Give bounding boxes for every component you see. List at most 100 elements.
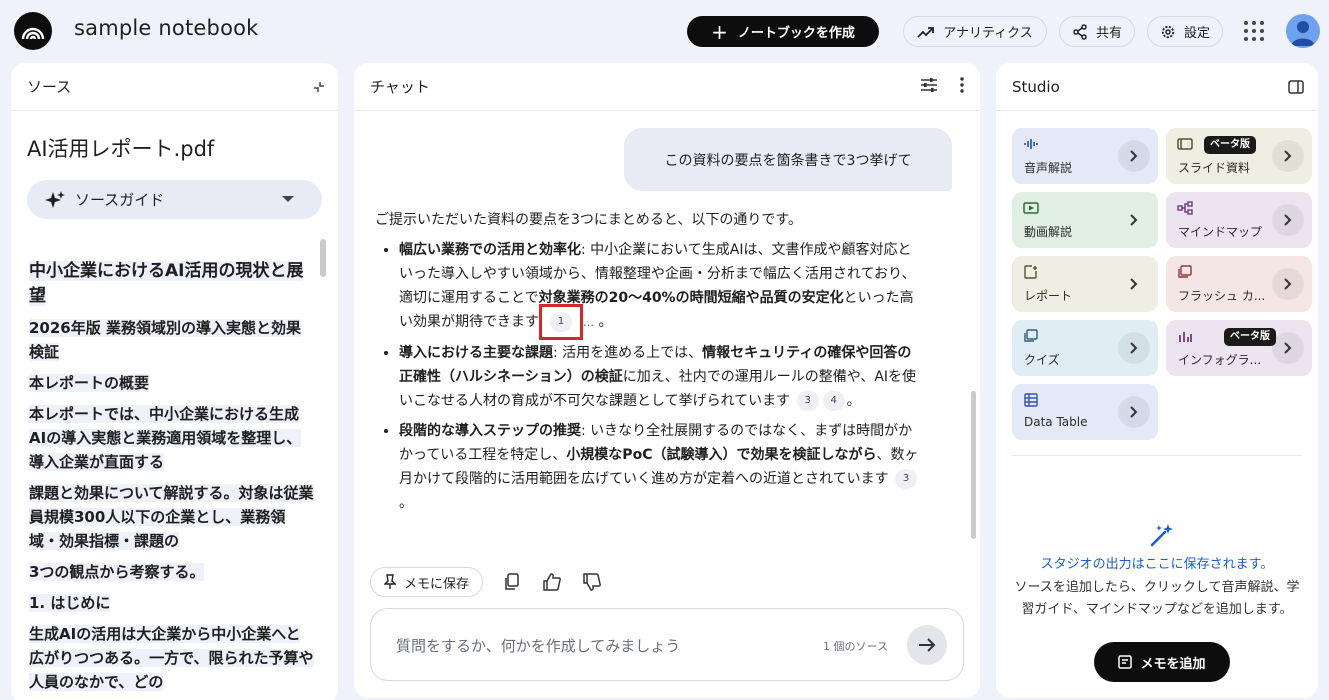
answer-bullet: 幅広い業務での活用と効率化: 中小企業において生成AIは、文書作成や顧客対応とい… xyxy=(399,238,920,340)
avatar[interactable] xyxy=(1286,14,1320,48)
source-line: 3つの観点から考察する。 xyxy=(29,563,205,581)
studio-tile-audio-overview[interactable]: 音声解説 xyxy=(1012,128,1158,184)
citation-ellipsis[interactable]: … xyxy=(583,316,594,329)
notebooklm-logo-icon[interactable] xyxy=(14,12,52,50)
source-line: 本レポートでは、中小企業における生成AIの導入実態と業務適用領域を整理し、導入企… xyxy=(29,405,302,471)
source-line: 1. はじめに xyxy=(29,594,111,612)
studio-divider xyxy=(1012,455,1302,456)
user-message-text: この資料の要点を箇条書きで3つ挙げて xyxy=(664,152,912,169)
sparkle-icon xyxy=(45,190,65,208)
source-line: 2026年版 業務領域別の導入実態と効果検証 xyxy=(29,319,301,361)
tile-label: マインドマップ xyxy=(1178,225,1263,239)
analytics-button[interactable]: アナリティクス xyxy=(903,16,1047,47)
chevron-right-icon[interactable] xyxy=(1272,204,1304,236)
infographic-icon xyxy=(1179,332,1192,342)
chat-panel-title: チャット xyxy=(370,78,430,96)
citation-chip[interactable]: 3 xyxy=(895,469,918,489)
chevron-right-icon[interactable] xyxy=(1272,332,1304,364)
source-guide-label: ソースガイド xyxy=(75,191,165,209)
chat-input-placeholder[interactable]: 質問をするか、何かを作成してみましょう xyxy=(396,635,680,656)
studio-empty-title: スタジオの出力はここに保存されます。 xyxy=(1040,557,1274,572)
sidebar-toggle-icon[interactable] xyxy=(1288,80,1304,94)
citation-chip[interactable]: 4 xyxy=(822,391,845,411)
pin-icon xyxy=(383,574,396,589)
create-notebook-button[interactable]: + ノートブックを作成 xyxy=(687,16,879,47)
analytics-label: アナリティクス xyxy=(943,26,1033,41)
tile-label: 動画解説 xyxy=(1024,225,1073,239)
chat-panel: チャット この資料の要点を箇条書きで3つ挙げて ご提示いただいた資料の要点を3つ… xyxy=(354,63,980,698)
chevron-right-icon[interactable] xyxy=(1272,268,1304,300)
source-file-name: AI活用レポート.pdf xyxy=(27,137,215,161)
note-icon xyxy=(1118,655,1133,669)
thumbs-up-icon[interactable] xyxy=(542,572,562,592)
source-line: 中小企業におけるAI活用の現状と展望 xyxy=(29,261,304,306)
chat-scrollbar[interactable] xyxy=(971,391,976,539)
more-vert-icon[interactable] xyxy=(960,77,964,93)
report-icon xyxy=(1024,265,1037,279)
studio-tile-data-table[interactable]: Data Table xyxy=(1012,384,1158,440)
citation-chip[interactable]: 3 xyxy=(796,391,819,411)
beta-badge: ベータ版 xyxy=(1224,328,1276,346)
answer-intro: ご提示いただいた資料の要点を3つにまとめると、以下の通りです。 xyxy=(375,212,802,228)
studio-tile-infographic[interactable]: ベータ版 インフォグラ... xyxy=(1166,320,1312,376)
assistant-answer: ご提示いただいた資料の要点を3つにまとめると、以下の通りです。 幅広い業務での活… xyxy=(375,208,920,521)
send-button[interactable] xyxy=(907,625,947,665)
mindmap-icon xyxy=(1177,201,1193,215)
settings-label: 設定 xyxy=(1183,26,1210,41)
quiz-icon xyxy=(1024,329,1038,342)
add-memo-button[interactable]: メモを追加 xyxy=(1094,642,1230,682)
apps-grid-icon[interactable] xyxy=(1244,21,1264,41)
tile-label: クイズ xyxy=(1024,353,1060,367)
studio-tile-slides[interactable]: ベータ版 スライド資料 xyxy=(1166,128,1312,184)
chevron-right-icon[interactable] xyxy=(1272,140,1304,172)
audio-wave-icon xyxy=(1024,139,1038,149)
collapse-icon[interactable] xyxy=(312,80,326,94)
top-bar: sample notebook + ノートブックを作成 アナリティクス 共有 設… xyxy=(0,0,1329,62)
studio-tile-quiz[interactable]: クイズ xyxy=(1012,320,1158,376)
studio-tile-video-overview[interactable]: 動画解説 xyxy=(1012,192,1158,248)
studio-tile-report[interactable]: レポート xyxy=(1012,256,1158,312)
tile-label: フラッシュ カ... xyxy=(1178,289,1266,303)
flashcard-icon xyxy=(1178,265,1192,278)
studio-tile-mind-map[interactable]: マインドマップ xyxy=(1166,192,1312,248)
data-table-icon xyxy=(1024,393,1038,407)
arrow-right-icon xyxy=(919,638,936,652)
tile-label: Data Table xyxy=(1024,415,1088,429)
save-to-memo-button[interactable]: メモに保存 xyxy=(370,567,483,597)
copy-icon[interactable] xyxy=(502,572,522,592)
sources-panel-title: ソース xyxy=(27,78,72,96)
sources-scrollbar[interactable] xyxy=(320,239,326,277)
plus-icon: + xyxy=(711,19,728,44)
answer-bullet: 段階的な導入ステップの推奨: いきなり全社展開するのではなく、まずは時間がかかっ… xyxy=(399,419,920,515)
chat-input-box[interactable]: 質問をするか、何かを作成してみましょう 1 個のソース xyxy=(370,608,964,681)
citation-highlight: 1 xyxy=(539,304,583,340)
tune-icon[interactable] xyxy=(920,77,938,93)
source-line: 生成AIの活用は大企業から中小企業へと広がりつつある。一方で、限られた予算や人員… xyxy=(29,625,314,691)
user-message-bubble: この資料の要点を箇条書きで3つ挙げて xyxy=(624,128,952,191)
citation-chip[interactable]: 1 xyxy=(550,312,572,332)
thumbs-down-icon[interactable] xyxy=(582,572,602,592)
chevron-right-icon[interactable] xyxy=(1118,268,1150,300)
chat-panel-header: チャット xyxy=(354,63,980,111)
create-notebook-label: ノートブックを作成 xyxy=(737,26,855,41)
tile-label: 音声解説 xyxy=(1024,161,1073,175)
notebook-title[interactable]: sample notebook xyxy=(74,16,259,40)
sources-panel-header: ソース xyxy=(11,63,338,111)
magic-wand-icon xyxy=(1150,524,1173,547)
source-guide-dropdown[interactable]: ソースガイド xyxy=(27,180,322,219)
source-line: 課題と効果について解説する。対象は従業員規模300人以下の企業とし、業務領域・効… xyxy=(29,484,314,550)
tile-label: スライド資料 xyxy=(1178,161,1251,175)
studio-empty-description: ソースを追加したら、クリックして音声解説、学習ガイド、マインドマップなどを追加し… xyxy=(1014,580,1300,617)
share-label: 共有 xyxy=(1095,26,1122,41)
chevron-down-icon xyxy=(282,196,294,202)
studio-panel: Studio 音声解説 ベータ版 スライド資料 動画解説 マインドマップ レポー… xyxy=(996,63,1318,698)
settings-button[interactable]: 設定 xyxy=(1147,16,1223,47)
chevron-right-icon[interactable] xyxy=(1118,332,1150,364)
source-content: 中小企業におけるAI活用の現状と展望 2026年版 業務領域別の導入実態と効果検… xyxy=(29,259,315,700)
chevron-right-icon[interactable] xyxy=(1118,204,1150,236)
video-icon xyxy=(1023,202,1039,214)
share-button[interactable]: 共有 xyxy=(1059,16,1135,47)
studio-tile-flashcards[interactable]: フラッシュ カ... xyxy=(1166,256,1312,312)
chevron-right-icon[interactable] xyxy=(1118,396,1150,428)
chevron-right-icon[interactable] xyxy=(1118,140,1150,172)
